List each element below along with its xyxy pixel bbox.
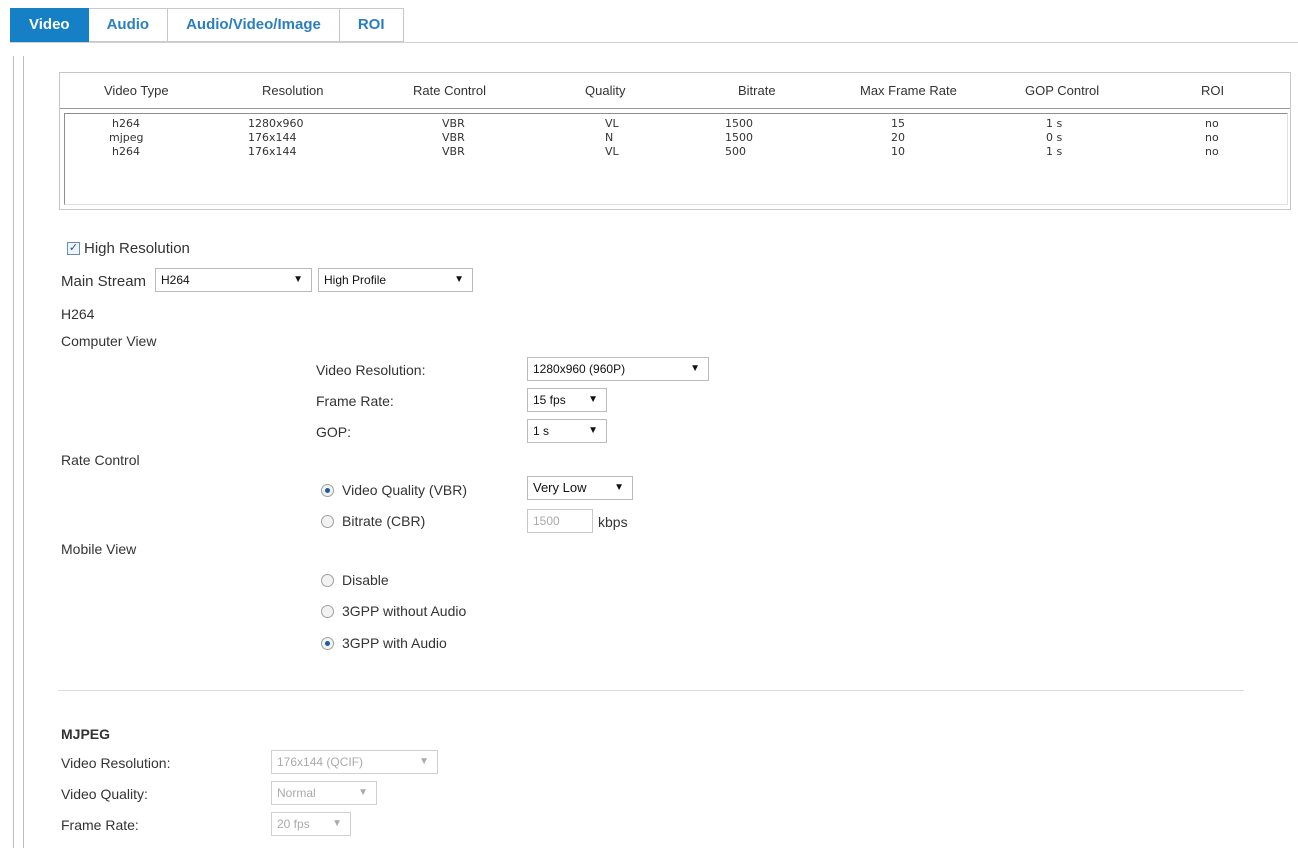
mjpeg-frame-rate-select[interactable]: 20 fps ▼ — [271, 812, 351, 836]
mjpeg-frame-rate-label: Frame Rate: — [61, 817, 139, 833]
frame-rate-select[interactable]: 15 fps ▼ — [527, 388, 607, 412]
tab-roi[interactable]: ROI — [339, 8, 404, 42]
header-quality: Quality — [585, 83, 626, 98]
mjpeg-video-resolution-select[interactable]: 176x144 (QCIF) ▼ — [271, 750, 438, 774]
header-roi: ROI — [1201, 83, 1225, 98]
header-bitrate: Bitrate — [738, 83, 776, 98]
gop-label: GOP: — [316, 424, 352, 440]
gop-select[interactable]: 1 s ▼ — [527, 419, 607, 443]
vbr-radio[interactable] — [321, 484, 334, 497]
header-gop-control: GOP Control — [1025, 83, 1100, 98]
checkmark-icon: ✓ — [68, 242, 79, 254]
tab-audio[interactable]: Audio — [88, 8, 169, 42]
cbr-bitrate-input[interactable]: 1500 — [527, 509, 593, 533]
vbr-label: Video Quality (VBR) — [342, 482, 468, 498]
dropdown-arrow-icon: ▼ — [690, 363, 700, 374]
section-divider — [58, 690, 1244, 691]
dropdown-arrow-icon: ▼ — [588, 394, 598, 405]
mobile-3gpp-no-audio-radio[interactable] — [321, 605, 334, 618]
dropdown-arrow-icon: ▼ — [332, 818, 342, 829]
tab-video[interactable]: Video — [10, 8, 89, 42]
high-resolution-label: High Resolution — [84, 240, 190, 257]
tab-divider — [10, 42, 1298, 43]
tab-bar: Video Audio Audio/Video/Image ROI — [10, 8, 404, 42]
frame-rate-label: Frame Rate: — [316, 393, 394, 409]
dropdown-arrow-icon: ▼ — [588, 425, 598, 436]
cbr-radio[interactable] — [321, 515, 334, 528]
mobile-3gpp-audio-radio[interactable] — [321, 637, 334, 650]
left-rail-inner — [23, 56, 24, 848]
mjpeg-video-resolution-label: Video Resolution: — [61, 755, 171, 771]
h264-section-title: H264 — [61, 306, 95, 322]
header-video-type: Video Type — [104, 83, 169, 98]
video-resolution-label: Video Resolution: — [316, 362, 426, 378]
header-max-frame-rate: Max Frame Rate — [860, 83, 957, 98]
dropdown-arrow-icon: ▼ — [454, 274, 464, 285]
mjpeg-video-quality-label: Video Quality: — [61, 786, 148, 802]
mobile-3gpp-no-audio-label: 3GPP without Audio — [342, 603, 467, 619]
video-resolution-select[interactable]: 1280x960 (960P) ▼ — [527, 357, 709, 381]
mobile-disable-label: Disable — [342, 572, 389, 588]
high-resolution-checkbox[interactable]: ✓ — [67, 242, 80, 255]
dropdown-arrow-icon: ▼ — [293, 274, 303, 285]
mjpeg-video-quality-select[interactable]: Normal ▼ — [271, 781, 377, 805]
dropdown-arrow-icon: ▼ — [614, 482, 624, 493]
computer-view-heading: Computer View — [61, 333, 157, 349]
main-stream-profile-select[interactable]: High Profile ▼ — [318, 268, 473, 292]
dropdown-arrow-icon: ▼ — [358, 787, 368, 798]
mobile-view-heading: Mobile View — [61, 541, 137, 557]
mjpeg-section-title: MJPEG — [61, 726, 111, 742]
cbr-label: Bitrate (CBR) — [342, 513, 426, 529]
vbr-quality-select[interactable]: Very Low ▼ — [527, 476, 633, 500]
mobile-3gpp-audio-label: 3GPP with Audio — [342, 635, 447, 651]
dropdown-arrow-icon: ▼ — [419, 756, 429, 767]
header-rate-control: Rate Control — [413, 83, 486, 98]
header-resolution: Resolution — [262, 83, 324, 98]
tab-audio-video-image[interactable]: Audio/Video/Image — [168, 8, 340, 42]
main-stream-label: Main Stream — [61, 273, 147, 290]
rate-control-heading: Rate Control — [61, 452, 140, 468]
stream-table-body: h264 1280x960 VBR VL 1500 15 1 s no mjpe… — [64, 113, 1288, 205]
mobile-disable-radio[interactable] — [321, 574, 334, 587]
left-rail-outer — [13, 56, 14, 848]
kbps-unit-label: kbps — [598, 514, 628, 530]
main-stream-codec-select[interactable]: H264 ▼ — [155, 268, 312, 292]
stream-table-header: Video Type Resolution Rate Control Quali… — [60, 73, 1290, 109]
stream-table: Video Type Resolution Rate Control Quali… — [59, 72, 1291, 210]
